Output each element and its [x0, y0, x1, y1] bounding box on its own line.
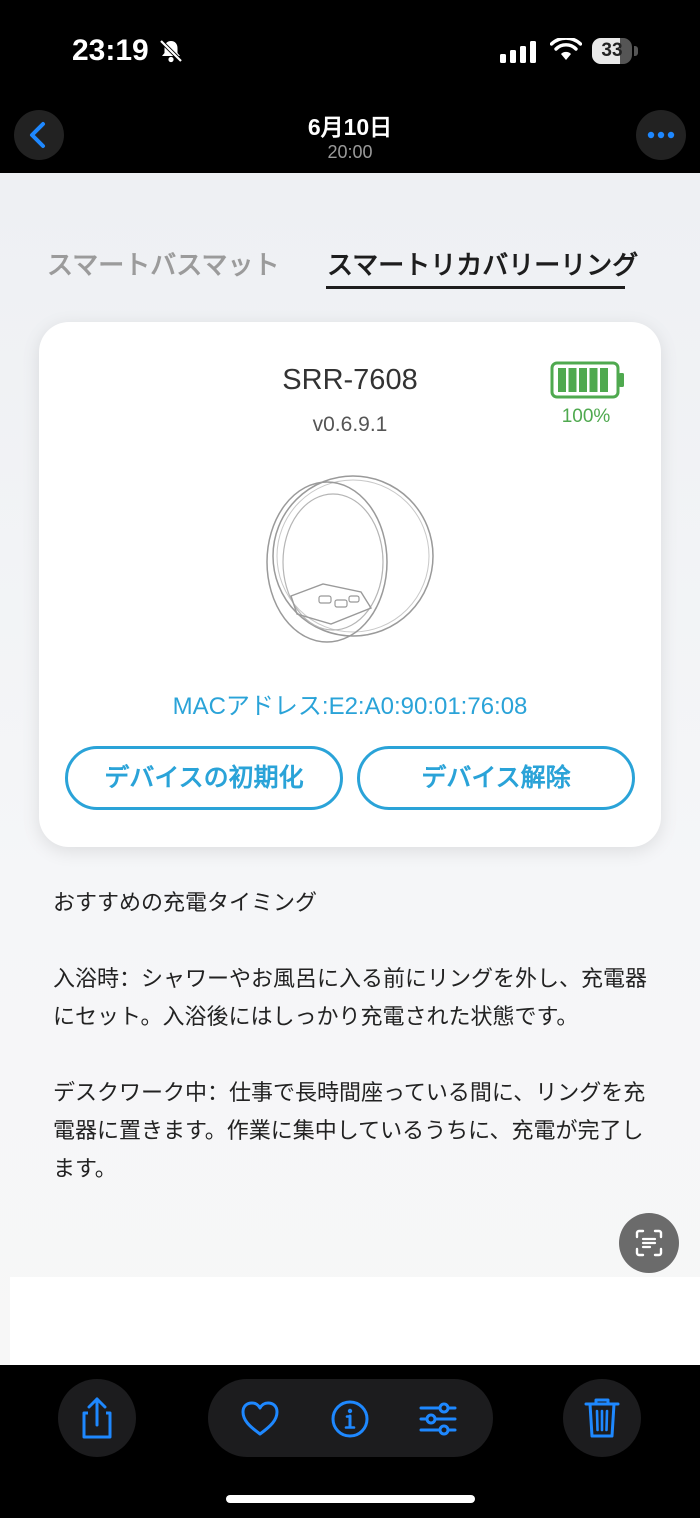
- unpair-device-button[interactable]: デバイス解除: [357, 746, 635, 810]
- tips-heading: おすすめの充電タイミング: [53, 891, 318, 916]
- bottom-strip: [10, 1277, 700, 1365]
- info-icon[interactable]: [329, 1399, 371, 1439]
- battery-level: 33: [601, 40, 623, 61]
- bell-slash-icon: [159, 39, 183, 63]
- live-text-button[interactable]: [619, 1213, 679, 1273]
- trash-icon: [584, 1398, 620, 1438]
- nav-subtitle: 20:00: [327, 142, 373, 162]
- wifi-icon: [550, 38, 582, 60]
- tip-bath: 入浴時：シャワーやお風呂に入る前にリングを外し、充電器にセット。入浴後にはしっか…: [53, 967, 648, 1030]
- battery-nub: [634, 46, 638, 56]
- heart-icon[interactable]: [239, 1399, 281, 1439]
- status-time: 23:19: [72, 34, 149, 67]
- device-card: SRR-7608 v0.6.9.1 100% MACアドレス:E2:A0:90:…: [39, 322, 661, 847]
- nav-title: 6月10日: [307, 114, 393, 140]
- ring-product-image: [266, 475, 434, 643]
- battery-full-icon: [550, 361, 624, 399]
- share-icon: [82, 1397, 112, 1439]
- content-area: スマートバスマット スマートリカバリーリング SRR-7608 v0.6.9.1…: [0, 173, 700, 1365]
- charging-tips: おすすめの充電タイミング 入浴時：シャワーやお風呂に入る前にリングを外し、充電器…: [53, 885, 653, 1227]
- text-scan-icon: [635, 1229, 663, 1257]
- reset-device-button[interactable]: デバイスの初期化: [65, 746, 343, 810]
- toolbar-group: [208, 1379, 493, 1457]
- more-button[interactable]: [636, 110, 686, 160]
- tab-smart-recovery-ring[interactable]: スマートリカバリーリング: [327, 245, 638, 282]
- home-indicator: [226, 1495, 475, 1503]
- cellular-signal-icon: [500, 41, 536, 63]
- tab-underline: [326, 286, 625, 289]
- share-button[interactable]: [58, 1379, 136, 1457]
- nav-bar: 6月10日 20:00: [0, 100, 700, 173]
- delete-button[interactable]: [563, 1379, 641, 1457]
- sliders-icon[interactable]: [417, 1399, 459, 1439]
- mac-address: MACアドレス:E2:A0:90:01:76:08: [172, 693, 528, 720]
- battery-icon: 33: [592, 38, 632, 64]
- status-bar: 23:19 33: [0, 0, 700, 100]
- battery-percent: 100%: [561, 406, 611, 427]
- bottom-toolbar: [0, 1365, 700, 1518]
- tab-smart-bathmat[interactable]: スマートバスマット: [47, 245, 279, 282]
- ellipsis-icon: [647, 131, 675, 139]
- tip-desk: デスクワーク中：仕事で長時間座っている間に、リングを充電器に置きます。作業に集中…: [53, 1081, 646, 1182]
